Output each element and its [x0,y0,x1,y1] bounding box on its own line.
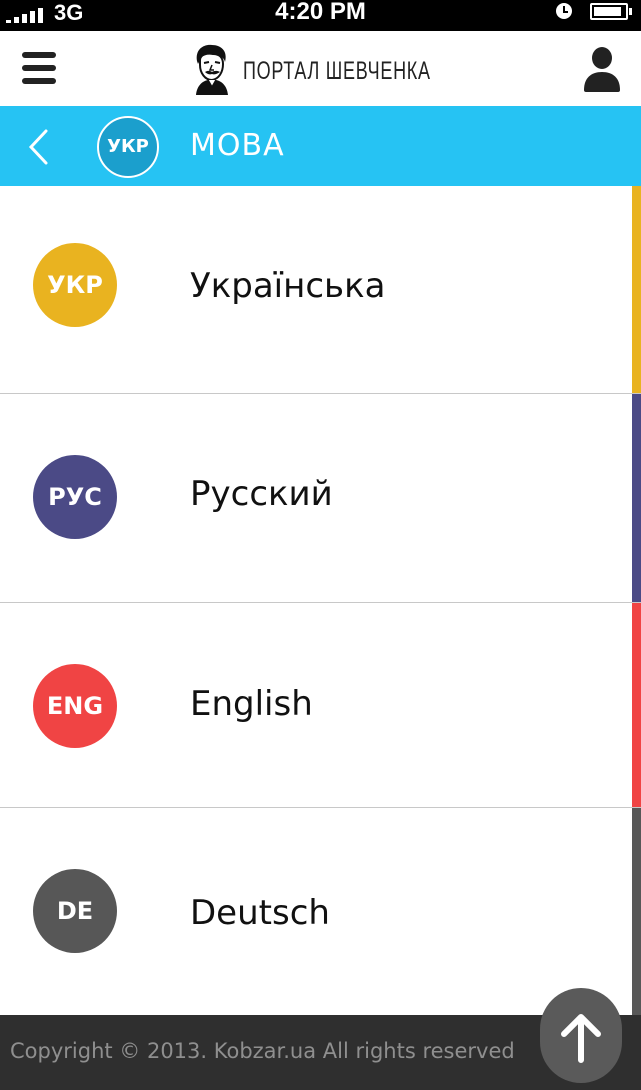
language-item-russian[interactable]: РУС Русский [0,394,641,603]
back-chevron-icon[interactable] [26,128,50,166]
language-item-german[interactable]: DE Deutsch [0,808,641,1016]
battery-nub [629,8,632,15]
menu-icon[interactable] [22,52,56,84]
language-accent-bar [632,394,641,602]
arrow-up-icon [561,1014,601,1063]
language-item-english[interactable]: ENG English [0,603,641,808]
language-code-badge: РУС [33,455,117,539]
language-code-badge: УКР [33,243,117,327]
language-name: English [190,684,313,724]
status-time: 4:20 PM [275,0,366,25]
language-name: Русский [190,474,333,514]
language-accent-bar [632,603,641,807]
user-icon[interactable] [582,46,622,92]
language-code-badge: ENG [33,664,117,748]
scroll-to-top-button[interactable] [540,988,622,1083]
language-accent-bar [632,186,641,393]
current-language-badge[interactable]: УКР [97,116,159,178]
language-code-badge: DE [33,869,117,953]
portrait-icon [196,44,228,95]
language-name: Українська [190,266,386,306]
language-bar: УКР МОВА [0,106,641,186]
language-item-ukrainian[interactable]: УКР Українська [0,186,641,394]
copyright-text: Copyright © 2013. Kobzar.ua All rights r… [10,1039,515,1063]
status-bar: 3G 4:20 PM [0,0,641,31]
language-bar-title: МОВА [190,128,285,163]
language-name: Deutsch [190,893,330,933]
page: 3G 4:20 PM ПОРТАЛ ШЕВЧЕНКА УКР МОВА УКР … [0,0,641,1090]
language-accent-bar [632,808,641,1016]
battery-icon [590,3,628,20]
battery-level [594,7,621,16]
logo-text: ПОРТАЛ ШЕВЧЕНКА [243,57,431,85]
alarm-clock-icon [556,3,572,19]
language-list: УКР Українська РУС Русский ENG English D… [0,186,641,1016]
app-header: ПОРТАЛ ШЕВЧЕНКА [0,31,641,106]
